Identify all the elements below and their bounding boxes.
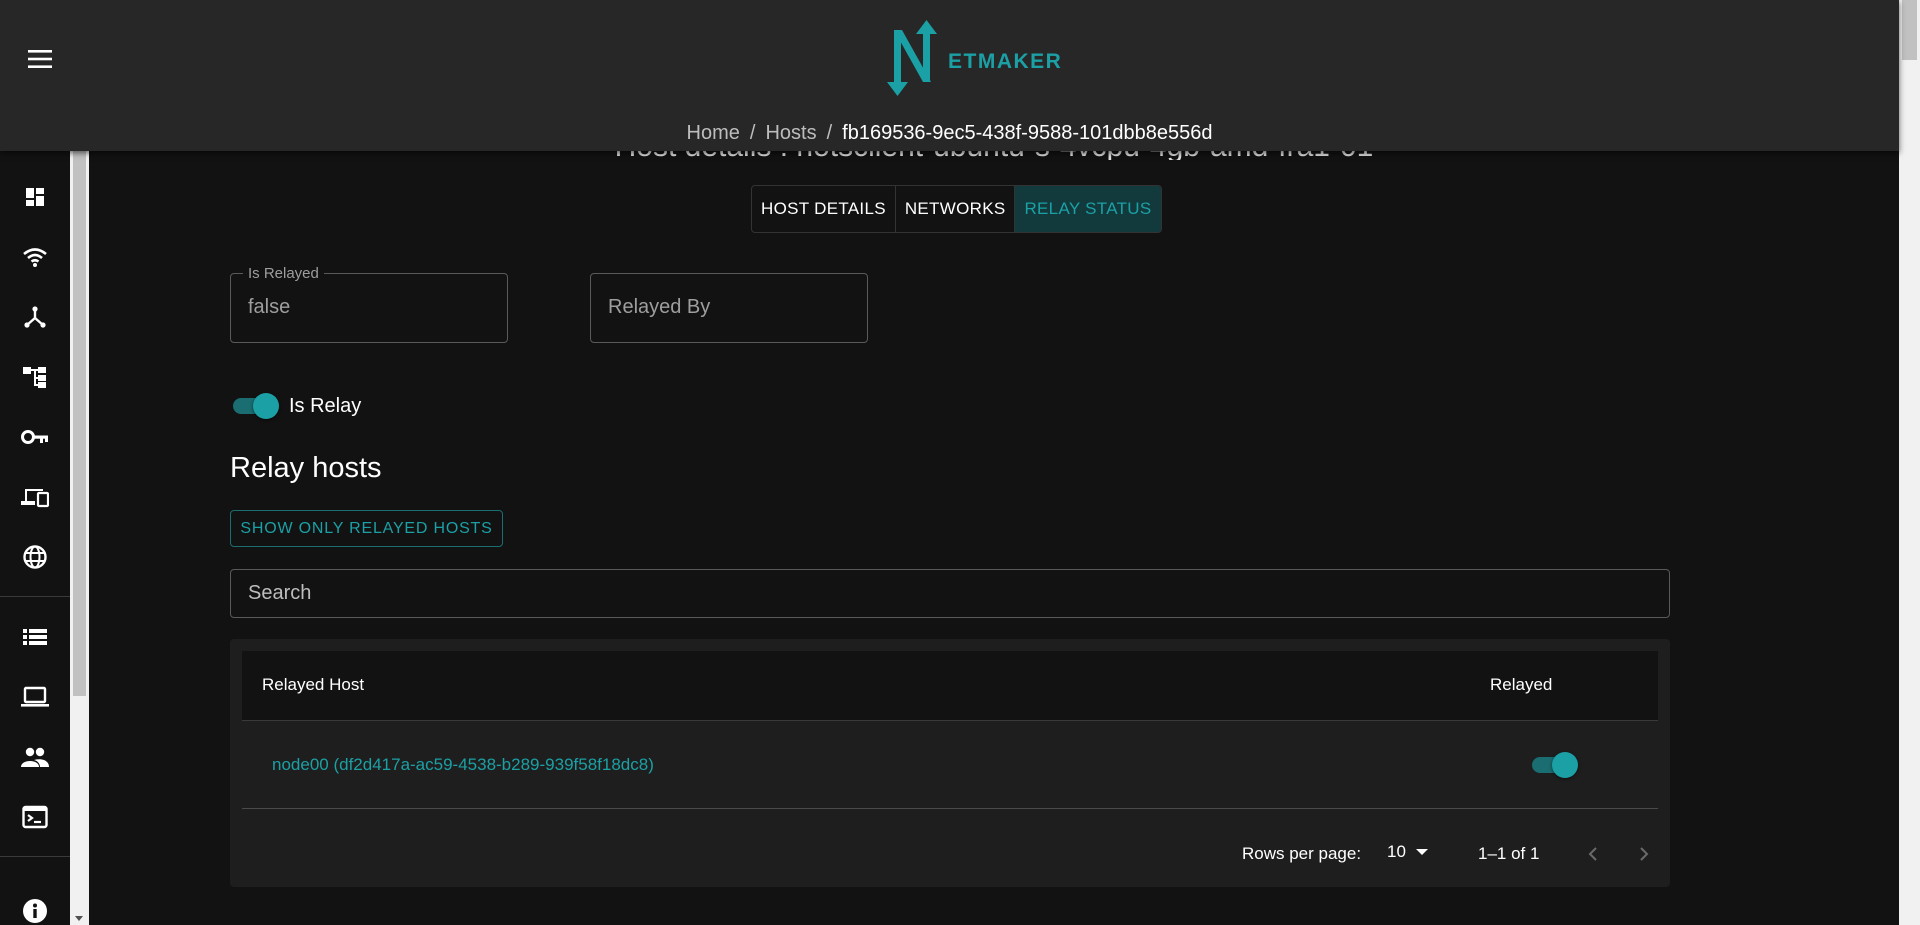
- menu-icon[interactable]: [24, 44, 56, 74]
- previous-page-button[interactable]: [1579, 840, 1607, 868]
- users-icon[interactable]: [20, 742, 50, 772]
- window-scrollbar-thumb[interactable]: [1902, 0, 1917, 60]
- relayed-by-placeholder: Relayed By: [608, 296, 711, 318]
- table-row: node00 (df2d417a-ac59-4538-b289-939f58f1…: [242, 721, 1658, 809]
- is-relayed-label: Is Relayed: [243, 265, 324, 282]
- key-icon[interactable]: [20, 422, 50, 452]
- relayed-switch[interactable]: [1530, 752, 1578, 778]
- logo-text: ETMAKER: [948, 50, 1063, 73]
- tab-host-details[interactable]: HOST DETAILS: [752, 186, 896, 232]
- rows-per-page-value: 10: [1387, 842, 1406, 861]
- sidebar-scrollbar-thumb[interactable]: [73, 151, 86, 696]
- is-relayed-field[interactable]: Is Relayed false: [230, 265, 508, 343]
- chevron-down-icon: [1415, 849, 1428, 855]
- terminal-icon[interactable]: [20, 802, 50, 832]
- table-header: Relayed Host Relayed: [242, 651, 1658, 721]
- switch-knob: [253, 393, 279, 419]
- tab-relay-status[interactable]: RELAY STATUS: [1015, 186, 1161, 232]
- netmaker-logo[interactable]: ETMAKER: [884, 16, 1064, 100]
- rows-per-page-select[interactable]: 10: [1387, 842, 1428, 862]
- info-icon[interactable]: [20, 896, 50, 925]
- breadcrumb-separator: /: [826, 122, 833, 144]
- breadcrumb: Home / Hosts / fb169536-9ec5-438f-9588-1…: [0, 122, 1899, 145]
- rows-per-page-label: Rows per page:: [1242, 844, 1362, 863]
- next-page-button[interactable]: [1630, 840, 1658, 868]
- app-bar: ETMAKER Home / Hosts / fb169536-9ec5-438…: [0, 0, 1899, 151]
- relayed-by-field[interactable]: Relayed By: [590, 273, 868, 343]
- chevron-left-icon: [1588, 847, 1597, 861]
- netmaker-logo-mark-icon: [887, 20, 937, 96]
- is-relayed-value: false: [248, 296, 291, 318]
- tab-bar: HOST DETAILS NETWORKS RELAY STATUS: [751, 185, 1162, 233]
- list-icon[interactable]: [20, 622, 50, 652]
- search-input[interactable]: [230, 569, 1670, 618]
- switch-knob: [1552, 752, 1578, 778]
- show-only-relayed-button[interactable]: SHOW ONLY RELAYED HOSTS: [230, 510, 503, 547]
- account-tree-icon[interactable]: [20, 362, 50, 392]
- breadcrumb-separator: /: [749, 122, 756, 144]
- chevron-right-icon: [1640, 847, 1649, 861]
- sidebar-scrollbar[interactable]: [70, 151, 89, 925]
- breadcrumb-home[interactable]: Home: [687, 122, 740, 145]
- devices-icon[interactable]: [20, 482, 50, 512]
- scroll-down-arrow-icon[interactable]: [75, 916, 83, 921]
- tab-networks[interactable]: NETWORKS: [896, 186, 1016, 232]
- relay-hosts-table: Relayed Host Relayed node00 (df2d417a-ac…: [230, 639, 1670, 887]
- sidebar-divider: [0, 596, 70, 597]
- relay-hosts-title: Relay hosts: [230, 452, 382, 484]
- wifi-icon[interactable]: [20, 242, 50, 272]
- pagination-range: 1–1 of 1: [1478, 844, 1540, 863]
- globe-icon[interactable]: [20, 542, 50, 572]
- breadcrumb-hosts[interactable]: Hosts: [765, 122, 816, 145]
- relayed-host-link[interactable]: node00 (df2d417a-ac59-4538-b289-939f58f1…: [272, 755, 654, 775]
- is-relay-switch[interactable]: [231, 393, 279, 419]
- dashboard-icon[interactable]: [20, 182, 50, 212]
- laptop-icon[interactable]: [20, 682, 50, 712]
- sidebar-divider: [0, 856, 70, 857]
- breadcrumb-current: fb169536-9ec5-438f-9588-101dbb8e556d: [842, 122, 1213, 144]
- nodes-icon[interactable]: [20, 302, 50, 332]
- column-relayed-host[interactable]: Relayed Host: [262, 675, 364, 695]
- column-relayed[interactable]: Relayed: [1490, 675, 1552, 695]
- window-scrollbar[interactable]: [1899, 0, 1920, 925]
- sidebar: [0, 151, 70, 925]
- is-relay-label: Is Relay: [289, 395, 362, 417]
